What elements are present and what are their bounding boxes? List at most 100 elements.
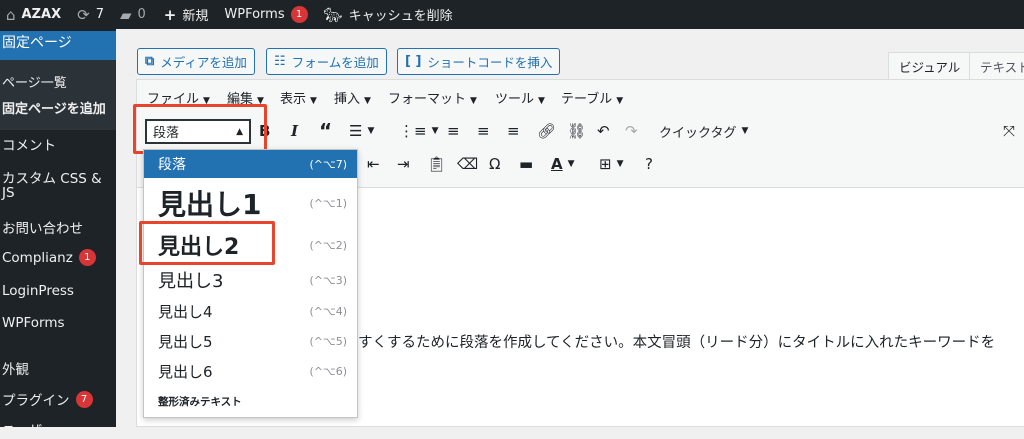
add-form-label: フォームを追加 [291,55,379,70]
sidebar-item-complianz[interactable]: Complianz 1 [2,249,96,266]
blockquote-icon[interactable]: “ [319,119,332,143]
menu-label: 表示 [280,92,307,107]
italic-icon[interactable]: I [291,120,298,142]
format-option-h4[interactable]: 見出し4 (^⌥4) [144,296,357,326]
sidebar-item-wpforms[interactable]: WPForms [2,315,65,331]
caret-down-icon: ▼ [616,96,624,106]
special-character-icon[interactable]: Ω [489,153,500,175]
home-icon: ⌂ [6,5,16,24]
cache-clear-link[interactable]: 🐆︎ キャッシュを削除 [324,0,453,29]
sidebar-item-label: 固定ページ [2,35,72,51]
insert-shortcode-label: ショートコードを挿入 [427,55,553,70]
caret-down-icon: ▼ [310,96,317,106]
paste-text-icon[interactable]: 📋︎ [427,153,446,175]
format-option-label: 見出し4 [158,302,213,321]
format-option-label: 見出し6 [158,362,213,381]
format-option-h6[interactable]: 見出し6 (^⌥6) [144,356,357,386]
add-media-label: メディアを追加 [160,55,247,70]
sidebar-item-comments[interactable]: コメント [2,134,56,154]
format-option-preformatted[interactable]: 整形済みテキスト [144,388,357,414]
numbered-list-icon[interactable]: ⋮≡ ▼ [399,120,439,142]
sidebar-item-label: Complianz [2,249,73,266]
caret-down-icon: ▼ [470,96,477,106]
admin-bar: ⌂ AZAX ⟳ 7 ▰ 0 + 新規 WPForms 1 🐆︎ キャッシュを削… [0,0,1024,29]
caret-down-icon: ▼ [364,96,371,106]
format-option-shortcut: (^⌥3) [309,273,347,287]
link-icon[interactable]: 🔗︎ [537,120,556,142]
indent-icon[interactable]: ⇥ [397,153,410,175]
unlink-icon[interactable]: ⛓ [567,120,586,142]
sidebar-item-custom-css[interactable]: カスタム CSS & [2,167,102,187]
menu-label: ツール [495,92,535,107]
clear-formatting-icon[interactable]: ⌫ [457,153,478,175]
wpforms-label: WPForms [224,7,285,22]
comments-link[interactable]: ▰ 0 [120,0,146,29]
format-option-shortcut: (^⌥2) [309,238,347,252]
wpforms-badge: 1 [290,6,308,23]
add-media-button[interactable]: ⧉ メディアを追加 [137,48,255,75]
updates-link[interactable]: ⟳ 7 [77,0,104,29]
quick-tag-dropdown[interactable]: クイックタグ ▼ [659,120,748,142]
new-content-link[interactable]: + 新規 [164,0,209,29]
insert-shortcode-button[interactable]: [ ] ショートコードを挿入 [397,48,561,75]
sidebar-item-loginpress[interactable]: LoginPress [2,283,74,299]
bullet-list-icon[interactable]: ☰ ▼ [349,120,374,142]
sidebar-item-contact[interactable]: お問い合わせ [2,217,83,237]
highlight-heading-2 [139,221,275,265]
sidebar-subitem-all-pages[interactable]: ページ一覧 [2,72,67,91]
cheetah-icon: 🐆︎ [323,5,343,24]
align-left-icon[interactable]: ≡ [447,120,460,142]
menu-tools[interactable]: ツール ▼ [495,88,545,107]
refresh-icon: ⟳ [77,5,90,24]
format-option-h1[interactable]: 見出し1 (^⌥1) [144,180,357,226]
format-option-h5[interactable]: 見出し5 (^⌥5) [144,326,357,356]
redo-icon[interactable]: ↷ [625,120,638,142]
site-link[interactable]: ⌂ AZAX [6,0,61,29]
tab-text[interactable]: テキスト [969,52,1024,80]
caret-down-icon: ▼ [538,96,545,106]
menu-format[interactable]: フォーマット ▼ [388,88,477,107]
tab-visual[interactable]: ビジュアル [888,52,972,80]
align-center-icon[interactable]: ≡ [477,120,490,142]
menu-table[interactable]: テーブル ▼ [561,88,623,107]
editor-body-text[interactable]: すくするために段落を作成してください。本文冒頭（リード分）にタイトルに入れたキー… [358,331,995,352]
sidebar-subitem-add-page[interactable]: 固定ページを追加 [2,98,106,117]
format-option-shortcut: (^⌥1) [309,196,347,210]
undo-icon[interactable]: ↶ [597,120,610,142]
format-option-label: 整形済みテキスト [158,395,242,408]
menu-insert[interactable]: 挿入 ▼ [334,88,371,107]
comment-icon: ▰ [119,5,132,24]
comments-count: 0 [137,7,146,22]
format-option-shortcut: (^⌥5) [309,334,347,348]
align-right-icon[interactable]: ≡ [507,120,520,142]
sidebar-item-custom-css-js[interactable]: JS [2,185,15,201]
menu-view[interactable]: 表示 ▼ [280,88,317,107]
plugins-badge: 7 [75,390,93,408]
outdent-icon[interactable]: ⇤ [367,153,380,175]
sidebar-item-plugins[interactable]: プラグイン 7 [2,389,93,409]
sidebar-item-appearance[interactable]: 外観 [2,358,29,378]
sidebar-item-label: プラグイン [2,393,70,409]
add-form-button[interactable]: ☷ フォームを追加 [266,48,387,75]
complianz-badge: 1 [78,249,96,266]
format-option-shortcut: (^⌥6) [309,364,347,378]
text-color-icon[interactable]: A ▼ [551,153,575,175]
horizontal-line-icon[interactable]: ▬ [519,153,533,175]
new-label: 新規 [182,9,209,24]
updates-count: 7 [95,7,104,22]
sidebar-item-pages[interactable]: 固定ページ [0,31,116,60]
wpforms-link[interactable]: WPForms 1 [224,0,308,29]
help-icon[interactable]: ? [645,153,653,175]
fullscreen-icon[interactable]: ⤧ [1003,120,1015,142]
cache-label: キャッシュを削除 [348,9,453,24]
format-option-paragraph[interactable]: 段落 (^⌥7) [144,150,357,178]
table-icon[interactable]: ⊞ ▼ [599,153,624,175]
plus-icon: + [163,5,177,24]
form-icon: ☷ [274,54,286,69]
sidebar-item-users[interactable]: ユーザー [2,419,56,439]
shortcode-icon: [ ] [405,54,422,69]
format-option-h3[interactable]: 見出し3 (^⌥3) [144,264,357,296]
menu-label: 挿入 [334,92,361,107]
admin-sidebar: 固定ページ ページ一覧 固定ページを追加 コメント カスタム CSS & JS … [0,29,116,439]
highlight-format-select [133,104,267,154]
